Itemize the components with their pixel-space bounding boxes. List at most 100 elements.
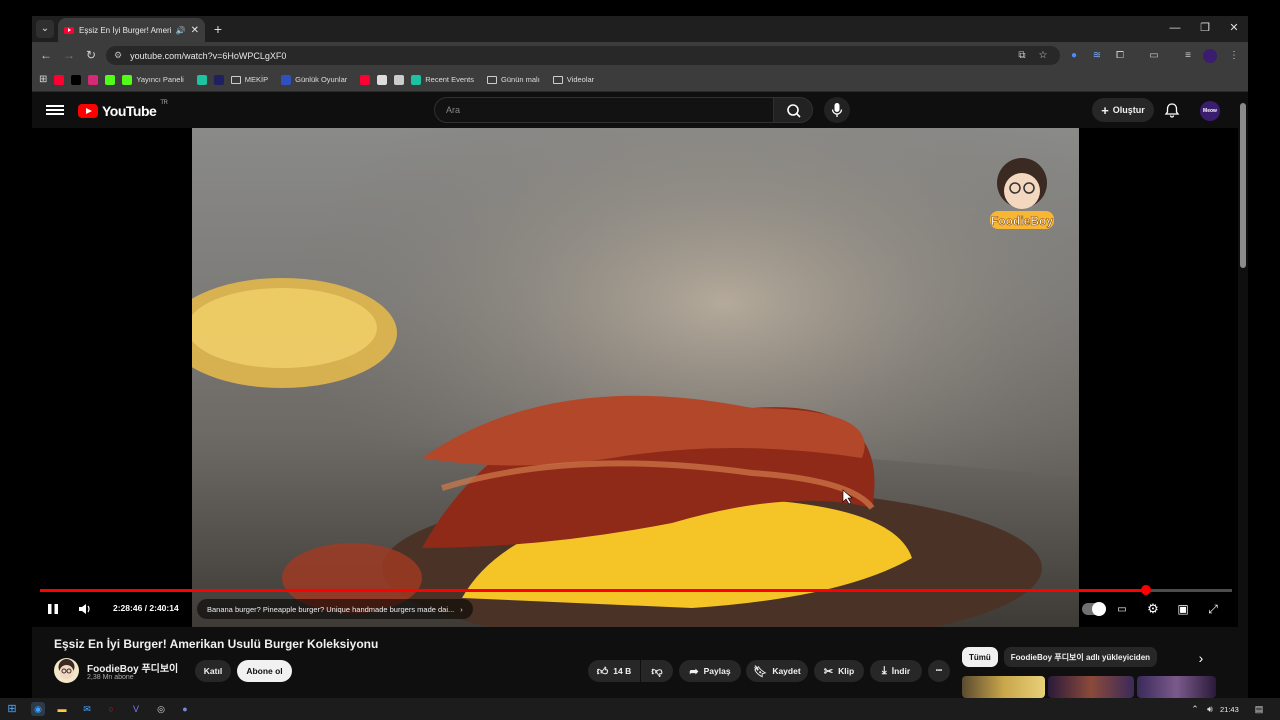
mail-icon[interactable]: ✉ bbox=[80, 702, 94, 716]
chrome-icon[interactable]: ◎ bbox=[154, 702, 168, 716]
instagram-icon bbox=[88, 74, 99, 85]
bookmark-item[interactable] bbox=[71, 74, 82, 85]
microphone-icon bbox=[831, 103, 843, 117]
forward-arrow-icon[interactable]: → bbox=[61, 47, 77, 63]
foodieboy-avatar-icon bbox=[58, 659, 75, 679]
bookmark-item[interactable]: Günlük Oyunlar bbox=[281, 74, 347, 85]
bookmark-item[interactable] bbox=[196, 74, 207, 85]
bookmark-item[interactable] bbox=[105, 74, 116, 85]
app-v-icon[interactable]: V bbox=[129, 702, 143, 716]
share-arrow-icon: ➦ bbox=[689, 665, 699, 678]
recommended-thumbnail[interactable] bbox=[962, 676, 1045, 698]
search-button[interactable] bbox=[773, 97, 813, 123]
bookmark-item[interactable]: Videolar bbox=[552, 75, 594, 84]
thumbs-up-icon: 👍︎ bbox=[596, 665, 609, 678]
pause-icon bbox=[48, 604, 58, 614]
create-label: Oluştur bbox=[1112, 105, 1145, 115]
fullscreen-icon: ⤢ bbox=[1208, 601, 1218, 616]
install-app-icon[interactable]: ⧉ bbox=[1014, 48, 1030, 64]
chapter-title-button[interactable]: Banana burger? Pineapple burger? Unique … bbox=[197, 599, 473, 619]
side-panel-icon[interactable]: ▭ bbox=[1146, 48, 1162, 64]
bookmark-item[interactable] bbox=[213, 74, 224, 85]
file-explorer-icon[interactable]: ▬ bbox=[55, 702, 69, 716]
progress-bar-played bbox=[40, 589, 1147, 592]
subscriber-count: 2,38 Mn abone bbox=[87, 674, 134, 681]
window-close-icon[interactable]: ✕ bbox=[1224, 20, 1244, 36]
discord-icon[interactable]: ● bbox=[178, 702, 192, 716]
bookmark-item[interactable] bbox=[394, 74, 405, 85]
back-arrow-icon[interactable]: ← bbox=[38, 47, 54, 63]
youtube-logo-text: YouTube bbox=[102, 103, 157, 119]
subtitles-button[interactable]: ▭ bbox=[1114, 600, 1130, 618]
bookmark-item[interactable]: MEKİP bbox=[230, 75, 268, 84]
save-button[interactable]: 🔖︎ Kaydet bbox=[746, 660, 808, 682]
extensions-puzzle-icon[interactable]: ⧠ bbox=[1112, 48, 1128, 64]
speaker-icon[interactable]: 🔊︎ bbox=[1203, 702, 1217, 716]
chip-all[interactable]: Tümü bbox=[962, 647, 998, 667]
fullscreen-button[interactable]: ⤢ bbox=[1204, 600, 1222, 618]
voice-search-button[interactable] bbox=[824, 97, 850, 123]
taskbar-clock[interactable]: 21:43 bbox=[1220, 705, 1239, 714]
share-button[interactable]: ➦ Paylaş bbox=[679, 660, 741, 682]
tab-search-button[interactable]: ⌄ bbox=[36, 20, 54, 38]
audio-playing-icon[interactable]: 🔊 bbox=[176, 26, 186, 35]
channel-name[interactable]: FoodieBoy 푸디보이 bbox=[87, 660, 178, 675]
autoplay-toggle[interactable] bbox=[1082, 602, 1106, 616]
bookmark-item[interactable]: Yayıncı Paneli bbox=[122, 74, 184, 85]
bookmark-item[interactable] bbox=[54, 74, 65, 85]
bookmark-item[interactable] bbox=[377, 74, 388, 85]
subscribe-button[interactable]: Abone ol bbox=[237, 660, 292, 682]
chip-from-uploader[interactable]: FoodieBoy 푸디보이 adlı yükleyiciden bbox=[1003, 647, 1158, 667]
opera-icon[interactable]: ○ bbox=[104, 702, 118, 716]
address-bar[interactable]: ⚙ youtube.com/watch?v=6HoWPCLgXF0 bbox=[106, 46, 1060, 65]
youtube-icon bbox=[54, 74, 65, 85]
search-input[interactable]: Ara bbox=[434, 97, 774, 123]
account-avatar[interactable]: Meow bbox=[1200, 101, 1220, 121]
bookmark-item[interactable]: Recent Events bbox=[411, 74, 474, 85]
media-controls-icon[interactable]: ≡ bbox=[1180, 48, 1196, 64]
x-icon bbox=[71, 74, 82, 85]
recommended-thumbnail[interactable] bbox=[1137, 676, 1216, 698]
minimize-icon[interactable]: — bbox=[1165, 20, 1185, 36]
reload-icon[interactable]: ↻ bbox=[83, 47, 99, 63]
apps-grid-icon[interactable]: ⊞ bbox=[39, 74, 47, 85]
bookmark-star-icon[interactable]: ☆ bbox=[1035, 48, 1051, 64]
scrollbar-thumb[interactable] bbox=[1240, 103, 1246, 268]
notifications-button[interactable] bbox=[1163, 101, 1181, 119]
like-button[interactable]: 👍︎ 14 B bbox=[588, 660, 640, 682]
kick-icon bbox=[105, 74, 116, 85]
video-frame[interactable]: FoodieBoy bbox=[192, 128, 1079, 627]
more-actions-button[interactable]: ••• bbox=[928, 660, 950, 682]
browser-tab[interactable]: Eşsiz En İyi Burger! Amerika 🔊 ✕ bbox=[58, 18, 205, 42]
youtube-logo[interactable]: YouTube TR bbox=[78, 100, 168, 119]
bookmark-item[interactable] bbox=[88, 74, 99, 85]
edge-icon[interactable]: ◉ bbox=[31, 702, 45, 716]
chips-next-icon[interactable]: › bbox=[1193, 650, 1209, 666]
extension-wave-icon[interactable]: ≋ bbox=[1089, 48, 1105, 64]
bookmark-item[interactable] bbox=[360, 74, 371, 85]
theater-mode-button[interactable]: ▣ bbox=[1174, 600, 1192, 618]
chrome-menu-icon[interactable]: ⋮ bbox=[1226, 48, 1242, 64]
download-label: İndir bbox=[891, 666, 911, 676]
join-button[interactable]: Katıl bbox=[195, 660, 231, 682]
profile-avatar-icon[interactable] bbox=[1203, 49, 1217, 63]
hamburger-menu-icon[interactable] bbox=[46, 103, 64, 117]
create-button[interactable]: + Oluştur bbox=[1092, 98, 1154, 122]
notification-center-icon[interactable]: ▤ bbox=[1252, 702, 1266, 716]
pause-button[interactable] bbox=[44, 600, 62, 618]
extension-shield-icon[interactable]: ● bbox=[1066, 48, 1082, 64]
clip-button[interactable]: ✂ Klip bbox=[814, 660, 864, 682]
recommended-thumbnail[interactable] bbox=[1048, 676, 1134, 698]
site-info-icon[interactable]: ⚙ bbox=[114, 50, 122, 61]
new-tab-button[interactable]: + bbox=[210, 20, 226, 38]
bookmark-item[interactable]: Günün malı bbox=[487, 75, 540, 84]
channel-avatar[interactable] bbox=[54, 658, 79, 683]
windows-start-icon[interactable]: ⊞ bbox=[5, 702, 19, 716]
restore-icon[interactable]: ❐ bbox=[1195, 20, 1215, 36]
settings-button[interactable]: ⚙ bbox=[1144, 600, 1162, 618]
tab-close-icon[interactable]: ✕ bbox=[191, 25, 199, 36]
download-button[interactable]: ⤓ İndir bbox=[870, 660, 922, 682]
volume-button[interactable] bbox=[76, 600, 94, 618]
dislike-button[interactable]: 👎︎ bbox=[641, 660, 673, 682]
tray-chevron-icon[interactable]: ⌃ bbox=[1188, 702, 1202, 716]
